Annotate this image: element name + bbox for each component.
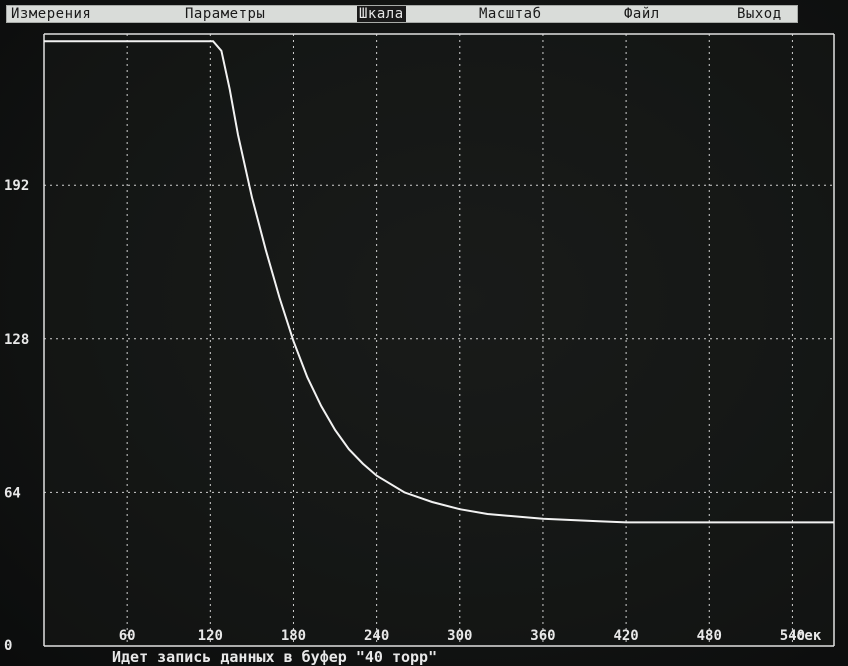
x-tick-labels: 60 120 180 240 300 360 420 480 540 (119, 628, 805, 644)
x-tick-label: 240 (364, 628, 389, 644)
menu-item-measurements[interactable]: Измерения (11, 6, 91, 22)
status-bar: Идет запись данных в буфер "40 торр" (0, 650, 848, 666)
x-tick-label: 120 (198, 628, 223, 644)
x-axis-unit-label: сек (796, 628, 822, 644)
x-tick-label: 480 (697, 628, 722, 644)
menu-item-zoom[interactable]: Масштаб (479, 6, 542, 22)
x-tick-label: 360 (530, 628, 555, 644)
y-tick-labels: 064128192 (4, 178, 29, 654)
y-tick-label: 192 (4, 178, 29, 194)
terminal-screen: 60 120 180 240 300 360 420 480 540 0 64 128 192 сек… (0, 0, 848, 666)
pressure-chart: 60 120 180 240 300 360 420 480 540 064128192 сек (4, 33, 835, 654)
menu-bar: Измерения Параметры Шкала Масштаб Файл В… (6, 5, 798, 23)
x-tick-label: 300 (447, 628, 472, 644)
x-tick-label: 420 (613, 628, 638, 644)
status-message: Идет запись данных в буфер "40 торр" (112, 650, 438, 666)
y-tick-label: 128 (4, 332, 29, 348)
y-tick-label: 64 (4, 485, 21, 501)
menu-item-scale[interactable]: Шкала (357, 6, 406, 22)
x-tick-label: 60 (119, 628, 136, 644)
menu-item-file[interactable]: Файл (624, 6, 660, 22)
x-tick-label: 180 (281, 628, 306, 644)
menu-item-exit[interactable]: Выход (737, 6, 782, 22)
menu-item-parameters[interactable]: Параметры (185, 6, 265, 22)
plot-area (44, 34, 834, 646)
